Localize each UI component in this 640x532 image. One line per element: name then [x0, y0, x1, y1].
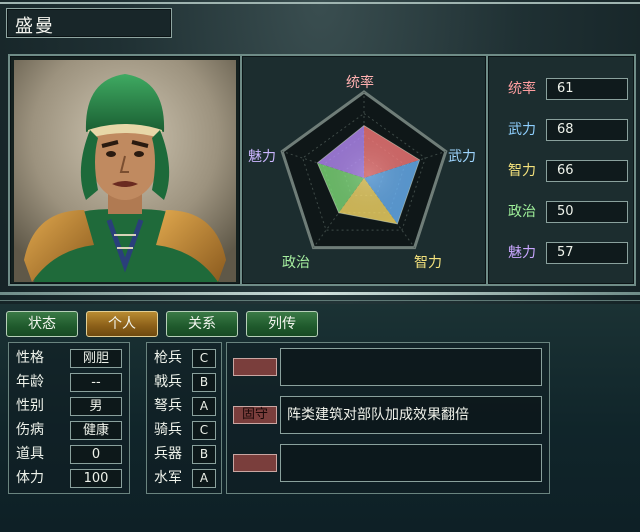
troop-label-cavalry: 骑兵 — [154, 422, 182, 438]
section-divider — [0, 292, 640, 295]
attr-value-injury: 健康 — [70, 421, 122, 440]
stat-row-politics: 政治 50 — [502, 201, 628, 223]
attr-value-stamina: 100 — [70, 469, 122, 488]
radar-label-bottom-right: 智力 — [414, 255, 442, 271]
radar-label-bottom-left: 政治 — [282, 255, 310, 271]
skill-desc-1 — [280, 348, 542, 386]
character-name: 盛曼 — [15, 16, 55, 37]
skill-tag-2[interactable]: 固守 — [233, 406, 277, 424]
radar-panel: 统率 武力 智力 政治 魅力 — [242, 54, 486, 286]
troop-grade-siege: B — [192, 445, 216, 464]
skill-desc-2: 阵类建筑对部队加成效果翻倍 — [280, 396, 542, 434]
character-portrait — [14, 60, 236, 282]
stat-value: 68 — [546, 119, 628, 141]
skill-tag-3[interactable] — [233, 454, 277, 472]
skill-tag-1[interactable] — [233, 358, 277, 376]
troop-grade-halberd: B — [192, 373, 216, 392]
attr-label-personality: 性格 — [16, 350, 44, 366]
stat-value: 50 — [546, 201, 628, 223]
troop-label-siege: 兵器 — [154, 446, 182, 462]
attr-value-gender: 男 — [70, 397, 122, 416]
troop-grade-crossbow: A — [192, 397, 216, 416]
tab-personal[interactable]: 个人 — [86, 311, 158, 337]
stat-value: 66 — [546, 160, 628, 182]
skill-desc-3 — [280, 444, 542, 482]
tab-status[interactable]: 状态 — [6, 311, 78, 337]
stat-row-charisma: 魅力 57 — [502, 242, 628, 264]
troop-label-crossbow: 弩兵 — [154, 398, 182, 414]
stat-row-leadership: 统率 61 — [502, 78, 628, 100]
stat-label: 统率 — [508, 81, 536, 97]
troop-label-spear: 枪兵 — [154, 350, 182, 366]
stat-label: 武力 — [508, 122, 536, 138]
tab-biography[interactable]: 列传 — [246, 311, 318, 337]
attr-value-personality: 刚胆 — [70, 349, 122, 368]
stat-row-intelligence: 智力 66 — [502, 160, 628, 182]
radar-label-left: 魅力 — [248, 149, 276, 165]
attr-label-stamina: 体力 — [16, 470, 44, 486]
troop-label-navy: 水军 — [154, 470, 182, 486]
troop-grade-navy: A — [192, 469, 216, 488]
attr-label-age: 年龄 — [16, 374, 44, 390]
stat-row-war: 武力 68 — [502, 119, 628, 141]
attr-label-injury: 伤病 — [16, 422, 44, 438]
radar-label-right: 武力 — [448, 149, 476, 165]
troop-label-halberd: 戟兵 — [154, 374, 182, 390]
attr-label-items: 道具 — [16, 446, 44, 462]
stat-value: 57 — [546, 242, 628, 264]
character-name-box: 盛曼 — [6, 8, 172, 38]
attr-value-age: -- — [70, 373, 122, 392]
troop-grade-cavalry: C — [192, 421, 216, 440]
stat-label: 智力 — [508, 163, 536, 179]
section-divider-thin — [0, 300, 640, 301]
tab-relations[interactable]: 关系 — [166, 311, 238, 337]
stats-panel: 统率 61 武力 68 智力 66 政治 50 魅力 57 — [486, 54, 636, 286]
attr-label-gender: 性别 — [16, 398, 44, 414]
troop-grade-spear: C — [192, 349, 216, 368]
attr-value-items: 0 — [70, 445, 122, 464]
portrait-panel — [8, 54, 242, 286]
top-divider — [0, 2, 640, 4]
stat-label: 政治 — [508, 204, 536, 220]
radar-label-top: 统率 — [346, 75, 374, 91]
stat-value: 61 — [546, 78, 628, 100]
stat-label: 魅力 — [508, 245, 536, 261]
